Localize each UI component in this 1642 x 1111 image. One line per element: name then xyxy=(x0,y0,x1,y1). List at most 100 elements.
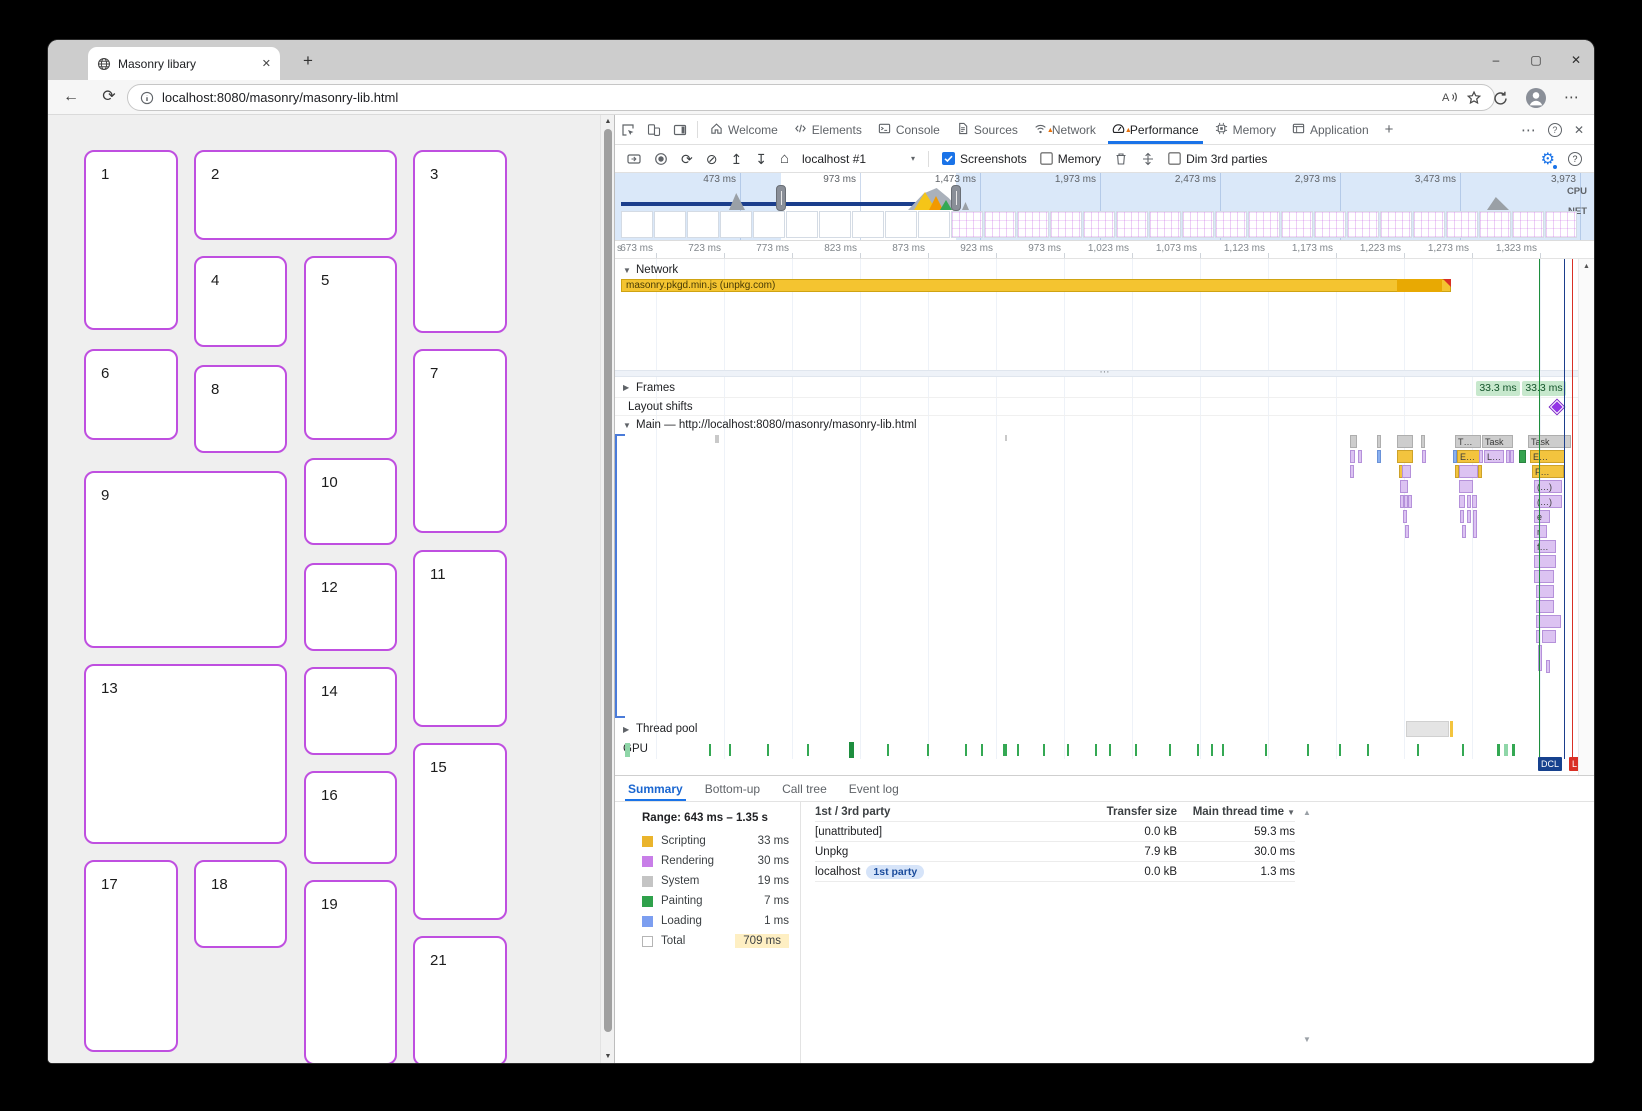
masonry-card[interactable]: 17 xyxy=(84,860,178,1052)
window-close-button[interactable]: ✕ xyxy=(1568,53,1584,67)
flame-bar[interactable] xyxy=(1350,465,1354,478)
flame-scrollbar[interactable]: ▲ xyxy=(1578,259,1594,775)
devtools-close-icon[interactable]: ✕ xyxy=(1574,123,1584,137)
main-disclosure-icon[interactable]: ▼ xyxy=(623,421,631,430)
masonry-card[interactable]: 21 xyxy=(413,936,507,1063)
masonry-card[interactable]: 9 xyxy=(84,471,287,648)
filmstrip-frame[interactable] xyxy=(1017,211,1049,238)
capture-settings-icon[interactable] xyxy=(1141,152,1155,166)
dim-3rd-parties-checkbox[interactable]: Dim 3rd parties xyxy=(1168,152,1267,166)
filmstrip-frame[interactable] xyxy=(1050,211,1082,238)
devtools-menu-icon[interactable]: ⋯ xyxy=(1521,121,1536,139)
flame-bar[interactable] xyxy=(1377,450,1381,463)
frames-disclosure-icon[interactable]: ▶ xyxy=(623,383,631,392)
flame-bar[interactable] xyxy=(1422,450,1426,463)
record-panel-icon[interactable] xyxy=(627,152,641,166)
flame-bar[interactable] xyxy=(1405,525,1409,538)
party-table-row[interactable]: [unattributed]0.0 kB59.3 ms xyxy=(815,822,1295,842)
table-scroll-up-icon[interactable]: ▲ xyxy=(1303,808,1311,817)
network-request-bar[interactable]: masonry.pkgd.min.js (unpkg.com) xyxy=(621,279,1451,292)
inspect-element-icon[interactable] xyxy=(615,115,641,144)
filmstrip-frame[interactable] xyxy=(1545,211,1577,238)
filmstrip-frame[interactable] xyxy=(1215,211,1247,238)
profile-avatar[interactable] xyxy=(1526,88,1546,108)
favorite-star-icon[interactable] xyxy=(1466,90,1482,105)
masonry-card[interactable]: 12 xyxy=(304,563,397,651)
filmstrip-frame[interactable] xyxy=(786,211,818,238)
masonry-card[interactable]: 18 xyxy=(194,860,287,948)
device-emulation-icon[interactable] xyxy=(641,115,667,144)
tab-sources[interactable]: Sources xyxy=(948,115,1026,144)
address-bar[interactable]: localhost:8080/masonry/masonry-lib.html … xyxy=(127,84,1495,111)
devtools-more-tools-button[interactable]: + xyxy=(1377,115,1402,144)
main-flame-chart[interactable]: T…E…TaskL…TaskE…F…(…)(…)erf… xyxy=(615,434,1579,718)
back-button[interactable]: ← xyxy=(62,88,80,106)
flame-bar[interactable] xyxy=(1459,465,1478,478)
selection-handle-right[interactable] xyxy=(951,185,961,211)
masonry-card[interactable]: 7 xyxy=(413,349,507,533)
masonry-card[interactable]: 15 xyxy=(413,743,507,920)
flame-bar[interactable] xyxy=(1534,570,1554,583)
flame-bar[interactable] xyxy=(1350,450,1355,463)
toolbar-help-icon[interactable]: ? xyxy=(1568,152,1582,166)
record-icon[interactable] xyxy=(654,152,668,166)
tab-elements[interactable]: Elements xyxy=(786,115,870,144)
flame-bar-E[interactable]: E… xyxy=(1457,450,1480,463)
trash-icon[interactable] xyxy=(1114,152,1128,166)
home-icon[interactable]: ⌂ xyxy=(780,152,789,166)
flame-bar[interactable] xyxy=(1546,660,1550,673)
flame-bar[interactable] xyxy=(1400,480,1408,493)
url-text[interactable]: localhost:8080/masonry/masonry-lib.html xyxy=(162,90,1434,105)
read-aloud-icon[interactable]: A xyxy=(1442,90,1458,105)
masonry-card[interactable]: 14 xyxy=(304,667,397,755)
filmstrip-frame[interactable] xyxy=(621,211,653,238)
memory-checkbox[interactable]: Memory xyxy=(1040,152,1101,166)
record-reload-icon[interactable]: ⟳ xyxy=(681,152,693,166)
timeline-tracks[interactable]: ▼ Network masonry.pkgd.min.js (unpkg.com… xyxy=(615,259,1594,775)
layout-shifts-track[interactable]: Layout shifts xyxy=(615,398,1578,416)
filmstrip-frame[interactable] xyxy=(720,211,752,238)
filmstrip-frame[interactable] xyxy=(1479,211,1511,238)
flame-bar[interactable] xyxy=(1519,450,1526,463)
flame-bar[interactable] xyxy=(1472,495,1477,508)
filmstrip-frame[interactable] xyxy=(654,211,686,238)
flame-bar[interactable] xyxy=(1467,510,1471,523)
new-tab-button[interactable]: + xyxy=(296,51,320,71)
page-scrollbar[interactable]: ▲ ▼ xyxy=(600,115,614,1063)
flame-bar[interactable] xyxy=(1479,450,1483,463)
masonry-card[interactable]: 2 xyxy=(194,150,397,240)
filmstrip-frame[interactable] xyxy=(1116,211,1148,238)
browser-tab[interactable]: Masonry libary ✕ xyxy=(88,47,280,80)
selection-handle-left[interactable] xyxy=(776,185,786,211)
flame-bar[interactable] xyxy=(1473,510,1477,538)
masonry-card[interactable]: 10 xyxy=(304,458,397,545)
screenshots-checkbox[interactable]: Screenshots xyxy=(942,152,1027,166)
profile-select[interactable]: localhost #1 xyxy=(802,152,898,166)
window-minimize-button[interactable]: – xyxy=(1488,53,1504,67)
tab-performance[interactable]: ▲Performance xyxy=(1104,115,1207,144)
tab-console[interactable]: Console xyxy=(870,115,948,144)
filmstrip-frame[interactable] xyxy=(1512,211,1544,238)
main-track-header[interactable]: ▼ Main — http://localhost:8080/masonry/m… xyxy=(615,416,1578,434)
flame-bar[interactable] xyxy=(1462,525,1466,538)
flame-bar[interactable] xyxy=(1478,465,1482,478)
flame-bar[interactable] xyxy=(1542,630,1556,643)
filmstrip-frame[interactable] xyxy=(687,211,719,238)
masonry-card[interactable]: 1 xyxy=(84,150,178,330)
filmstrip-frame[interactable] xyxy=(1314,211,1346,238)
site-info-icon[interactable] xyxy=(140,91,154,105)
masonry-card[interactable]: 6 xyxy=(84,349,178,440)
flame-bar-r[interactable]: r xyxy=(1534,525,1547,538)
flame-bar[interactable] xyxy=(1402,465,1411,478)
flame-bar[interactable] xyxy=(1510,450,1514,463)
tab-welcome[interactable]: Welcome xyxy=(702,115,786,144)
flame-bar[interactable] xyxy=(1350,435,1357,448)
profile-dropdown-icon[interactable]: ▾ xyxy=(911,154,915,163)
flame-bar-f[interactable]: f… xyxy=(1534,540,1556,553)
timeline-overview[interactable]: 473 ms973 ms1,473 ms1,973 ms2,473 ms2,97… xyxy=(615,173,1594,241)
network-track-header[interactable]: ▼ Network xyxy=(615,261,1578,279)
table-scroll-down-icon[interactable]: ▼ xyxy=(1303,1035,1311,1044)
filmstrip-frame[interactable] xyxy=(1446,211,1478,238)
filmstrip-frame[interactable] xyxy=(1083,211,1115,238)
flame-bar-L[interactable]: L… xyxy=(1484,450,1504,463)
